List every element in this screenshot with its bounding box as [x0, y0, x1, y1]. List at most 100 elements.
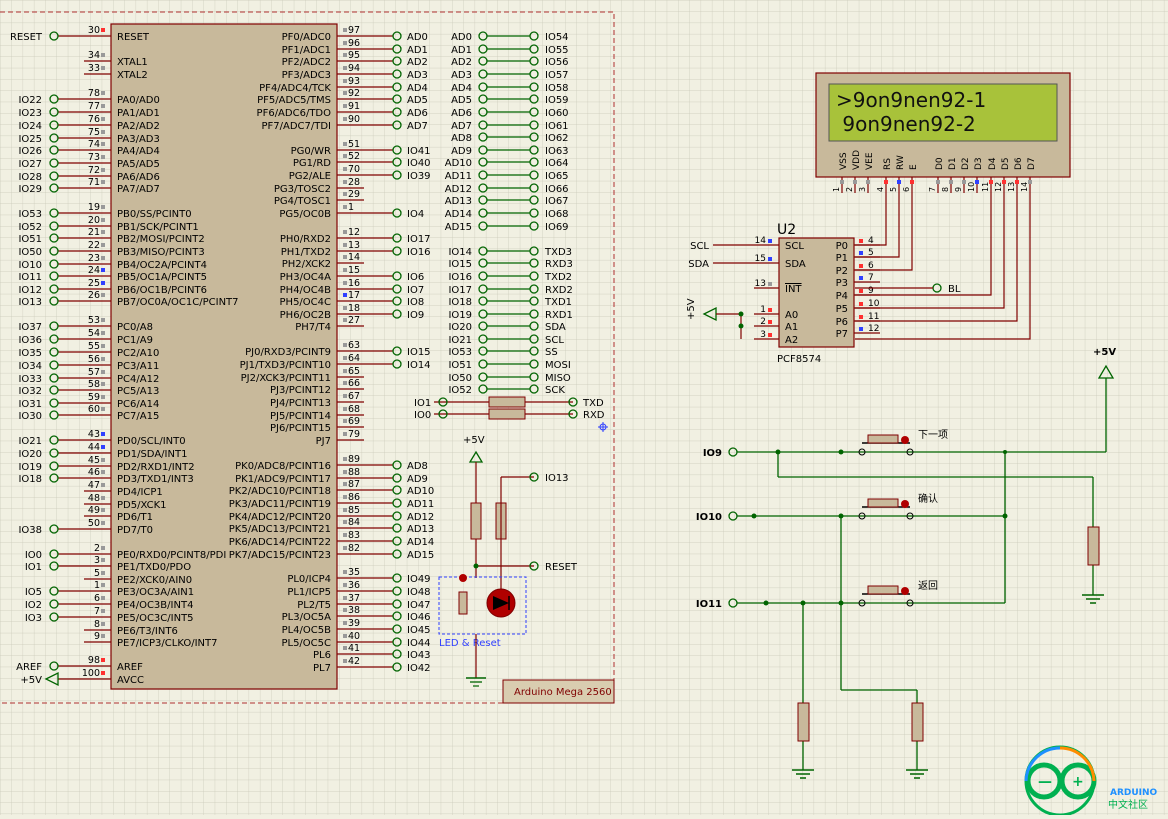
header-map-from: IO15 [448, 259, 472, 270]
mega-net-left: IO22 [18, 95, 42, 106]
pullup-resistor[interactable] [1087, 526, 1100, 566]
pcf-pin-label: A2 [785, 335, 798, 346]
pcf-pin-label: P5 [836, 304, 848, 315]
pulldown-resistor-1[interactable] [797, 702, 810, 742]
mega-pin-number: 77 [88, 101, 100, 112]
mega-net-left: IO3 [25, 613, 42, 624]
mega-pin-number: 19 [88, 202, 100, 213]
mega-pin-label: PD6/T1 [117, 512, 153, 523]
mega-pin-label: PK5/ADC13/PCINT21 [229, 524, 331, 535]
mega-pin-label: PJ4/PCINT13 [270, 398, 331, 409]
header-map-from: AD7 [451, 121, 472, 132]
mega-net-right: IO41 [407, 146, 431, 157]
mega-pin-label: PB2/MOSI/PCINT2 [117, 234, 205, 245]
button-label: 下一项 [918, 429, 948, 441]
serial-resistor-tx[interactable] [488, 396, 526, 408]
mega-pin-number: 43 [88, 429, 100, 440]
mega-pin-label: PB3/MISO/PCINT3 [117, 247, 205, 258]
mega-pin-number: 64 [348, 353, 360, 364]
mega-net-left: IO38 [18, 525, 42, 536]
mega-net-left: IO24 [18, 121, 42, 132]
mega-pin-label: PJ2/XCK3/PCINT11 [241, 373, 331, 384]
mega-pin-number: 48 [88, 493, 100, 504]
mega-pin-number: 87 [348, 479, 360, 490]
mega-net-right: AD9 [407, 474, 428, 485]
mega-pin-label: PD5/XCK1 [117, 500, 167, 511]
pcf-pin-label: P0 [836, 241, 848, 252]
pcf-part: PCF8574 [777, 354, 821, 365]
mega-pin-label: PK0/ADC8/PCINT16 [235, 461, 331, 472]
header-map-to: RXD1 [545, 310, 573, 321]
mega-pin-number: 71 [88, 177, 100, 188]
header-map-to: TXD2 [544, 272, 572, 283]
mega-net-right: IO42 [407, 663, 431, 674]
mega-net-left: IO11 [18, 272, 42, 283]
lcd-pin-number: 7 [928, 187, 937, 192]
mega-pin-label: PL0/ICP4 [287, 574, 331, 585]
mega-pin-label: PG4/TOSC1 [274, 196, 331, 207]
mega-pin-label: PA5/AD5 [117, 159, 160, 170]
serial-txd: TXD [582, 398, 604, 409]
lcd-pin-name: D5 [1001, 157, 1011, 170]
mega-pin-number: 88 [348, 467, 360, 478]
mega-net-right: AD3 [407, 70, 428, 81]
header-map-from: IO53 [448, 347, 472, 358]
mega-pin-label: PD7/T0 [117, 525, 153, 536]
pulldown-resistor-2[interactable] [911, 702, 924, 742]
mega-pin-label: PE0/RXD0/PCINT8/PDI [117, 550, 226, 561]
mega-pin-number: 50 [88, 518, 100, 529]
schematic-svg[interactable]: 30RESETRESET34XTAL133XTAL278PA0/AD0IO227… [0, 0, 1168, 817]
mega-pin-number: 97 [348, 25, 360, 36]
pcf-pin-label: P1 [836, 253, 848, 264]
mega-pin-label: PL2/T5 [297, 600, 331, 611]
schematic-canvas[interactable]: 30 RESET RESET 34 XTAL1 33 XTAL2 78 PA0/AD0 IO22 7… [0, 0, 1168, 817]
reset-plus5v: +5V [463, 435, 485, 446]
reset-resistor-1[interactable] [470, 502, 482, 540]
mega-pin-label: XTAL2 [117, 70, 148, 81]
lcd-pin-number: 8 [941, 187, 950, 192]
mega-pin-number: 65 [348, 366, 360, 377]
mega-net-left: +5V [20, 675, 42, 686]
mega-net-right: AD6 [407, 108, 428, 119]
lcd-pin-number: 1 [832, 187, 841, 192]
pcf-pin-label: A0 [785, 310, 798, 321]
serial-resistor-rx[interactable] [488, 408, 526, 420]
mega-pin-number: 59 [88, 392, 100, 403]
mega-net-left: IO34 [18, 361, 42, 372]
mega-pin-label: PE4/OC3B/INT4 [117, 600, 193, 611]
mega-net-right: IO39 [407, 171, 431, 182]
mega-pin-number: 16 [348, 278, 360, 289]
pcf-pin-label: SCL [785, 241, 804, 252]
header-map-from: AD13 [445, 196, 472, 207]
pcf-bl: BL [948, 284, 961, 295]
button-net: IO11 [696, 599, 722, 610]
pcf-pin-number: 15 [755, 254, 766, 264]
header-map-to: IO68 [545, 209, 569, 220]
mega-pin-number: 79 [348, 429, 360, 440]
mega-pin-label: PH6/OC2B [280, 310, 331, 321]
mega-pin-number: 12 [348, 227, 360, 238]
mega-pin-label: PD4/ICP1 [117, 487, 163, 498]
mega-pin-number: 37 [348, 593, 360, 604]
mega-pin-label: RESET [117, 32, 150, 43]
header-map-from: AD12 [445, 184, 472, 195]
mega-net-left: IO5 [25, 587, 42, 598]
mega-net-right: AD7 [407, 121, 428, 132]
header-map-from: AD10 [445, 158, 472, 169]
mega-pin-number: 82 [348, 543, 360, 554]
pcf-net: SDA [688, 259, 709, 270]
pcf-pin-label: A1 [785, 322, 798, 333]
mega-pin-number: 58 [88, 379, 100, 390]
mega-pin-number: 55 [88, 341, 100, 352]
mega-net-left: IO1 [25, 562, 42, 573]
mega-pin-number: 54 [88, 328, 100, 339]
mega-net-right: IO47 [407, 600, 431, 611]
header-map-to: SCL [545, 335, 564, 346]
mega-pin-label: PL1/ICP5 [287, 587, 331, 598]
mega-pin-number: 24 [88, 265, 100, 276]
mega-net-left: IO10 [18, 260, 42, 271]
lcd-module[interactable]: >9on9nen92-1 9on9nen92-2 VSS 1 VDD 2 VEE 3 RS 4… [815, 72, 1071, 193]
reset-button[interactable] [458, 591, 468, 615]
lcd-pin-number: 2 [845, 187, 854, 192]
header-map-to: IO66 [545, 184, 569, 195]
